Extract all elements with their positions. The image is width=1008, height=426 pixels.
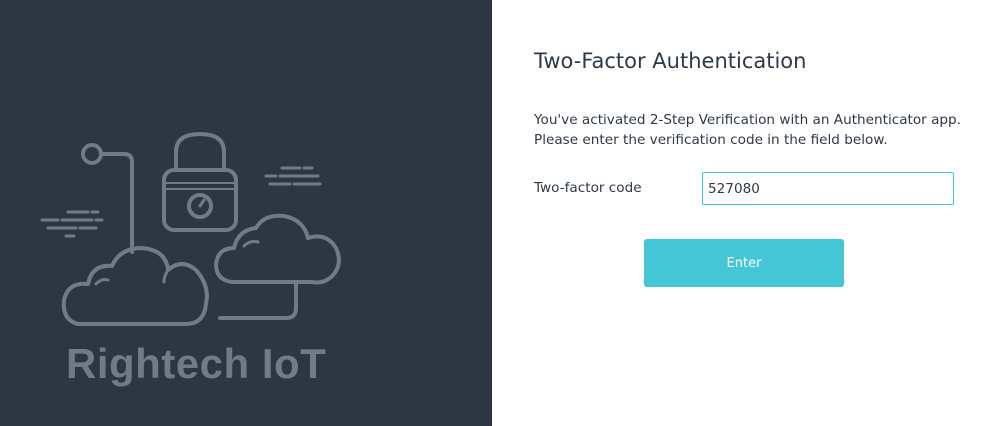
description-line: You've activated 2-Step Verification wit… (534, 112, 961, 128)
lock-icon (162, 132, 238, 232)
cloud-icon (214, 213, 341, 320)
left-panel: Rightech IoT (0, 0, 492, 426)
speed-lines-icon (40, 210, 104, 238)
brand-logo: Rightech IoT (66, 340, 327, 387)
auth-description: You've activated 2-Step Verification wit… (534, 110, 974, 150)
page-title: Two-Factor Authentication (534, 49, 807, 73)
cloud-icon (61, 246, 209, 326)
two-factor-code-input[interactable] (702, 172, 954, 205)
enter-button[interactable]: Enter (644, 239, 844, 287)
auth-panel: Two-Factor Authentication You've activat… (492, 0, 1008, 426)
speed-lines-icon (264, 166, 322, 186)
two-factor-code-label: Two-factor code (534, 180, 642, 196)
description-line: Please enter the verification code in th… (534, 132, 888, 148)
circuit-line-icon (81, 143, 134, 254)
